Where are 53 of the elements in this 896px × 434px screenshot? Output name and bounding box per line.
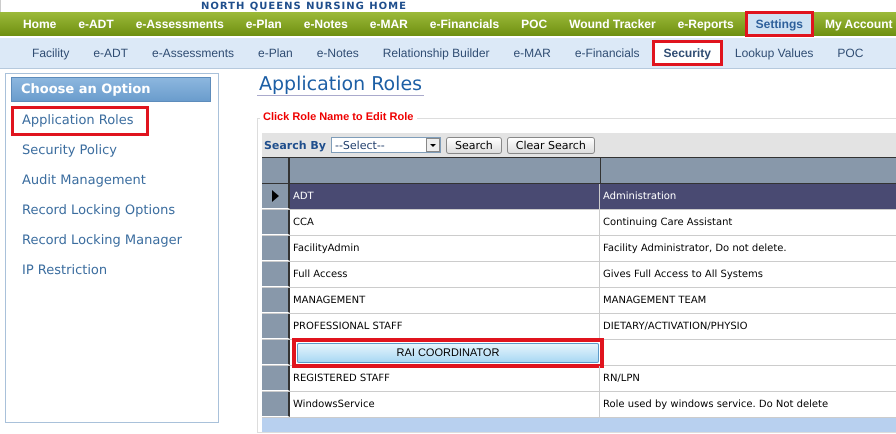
row-selector[interactable] [262, 288, 290, 313]
sub-nav-tab[interactable]: Facility [20, 40, 82, 66]
role-name[interactable]: MANAGEMENT [293, 295, 366, 306]
row-selector[interactable] [262, 210, 290, 235]
row-selector[interactable] [262, 314, 290, 339]
sidebar-item[interactable]: IP Restriction [11, 256, 122, 286]
search-button[interactable]: Search [446, 136, 502, 154]
legend-text: Click Role Name to Edit Role [260, 111, 418, 123]
role-description: Gives Full Access to All Systems [603, 269, 763, 280]
page-title: Application Roles [257, 73, 424, 96]
sub-nav-tab[interactable]: e-MAR [502, 40, 563, 66]
current-row-icon [272, 190, 278, 202]
role-name[interactable]: ADT [293, 191, 314, 202]
role-name[interactable]: FacilityAdmin [293, 243, 360, 254]
sidebar-item[interactable]: Application Roles [11, 106, 149, 136]
sub-nav-tab[interactable]: e-Notes [304, 40, 371, 66]
sub-nav-tab[interactable]: e-Assessments [140, 40, 246, 66]
row-selector[interactable] [262, 262, 290, 287]
role-name[interactable]: WindowsService [293, 399, 375, 410]
facility-title: NORTH QUEENS NURSING HOME [201, 1, 407, 12]
sidebar-title: Choose an Option [11, 77, 211, 102]
row-selector[interactable] [262, 184, 290, 209]
role-description: Administration [603, 191, 676, 202]
sub-nav-tab[interactable]: e-ADT [81, 40, 140, 66]
sub-nav-tab[interactable]: Lookup Values [722, 40, 826, 66]
role-description: Facility Administrator, Do not delete. [603, 243, 787, 254]
sidebar-item[interactable]: Audit Management [11, 166, 161, 196]
nav-tab[interactable]: Settings [744, 11, 814, 37]
sidebar-item[interactable]: Security Policy [11, 136, 132, 166]
search-label: Search By [264, 138, 326, 152]
role-name[interactable]: REGISTERED STAFF [293, 373, 390, 384]
search-button[interactable]: Clear Search [506, 136, 595, 154]
role-name[interactable]: Full Access [293, 269, 348, 280]
sub-nav-tab[interactable]: Relationship Builder [370, 40, 502, 66]
role-description: Continuing Care Assistant [603, 217, 732, 228]
role-button[interactable]: RAI COORDINATOR [297, 342, 599, 362]
row-selector[interactable] [262, 340, 290, 365]
sub-nav-tab[interactable]: POC [825, 40, 876, 66]
role-description: RN/LPN [603, 373, 640, 384]
role-description: DIETARY/ACTIVATION/PHYSIO [603, 321, 748, 332]
row-selector[interactable] [262, 366, 290, 391]
row-selector[interactable] [262, 392, 290, 417]
sub-nav-tab[interactable]: e-Plan [246, 40, 305, 66]
role-description: MANAGEMENT TEAM [603, 295, 706, 306]
role-name[interactable]: CCA [293, 217, 314, 228]
row-selector[interactable] [262, 236, 290, 261]
sub-nav-tab[interactable]: e-Financials [562, 40, 652, 66]
sidebar-item[interactable]: Record Locking Manager [11, 226, 197, 256]
sub-nav-tab[interactable]: Security [652, 40, 723, 66]
role-name[interactable]: PROFESSIONAL STAFF [293, 321, 403, 332]
search-dropdown[interactable]: --Select-- [330, 137, 441, 153]
sidebar-item[interactable]: Record Locking Options [11, 196, 190, 226]
role-description: Role used by windows service. Do Not delete [603, 399, 828, 410]
